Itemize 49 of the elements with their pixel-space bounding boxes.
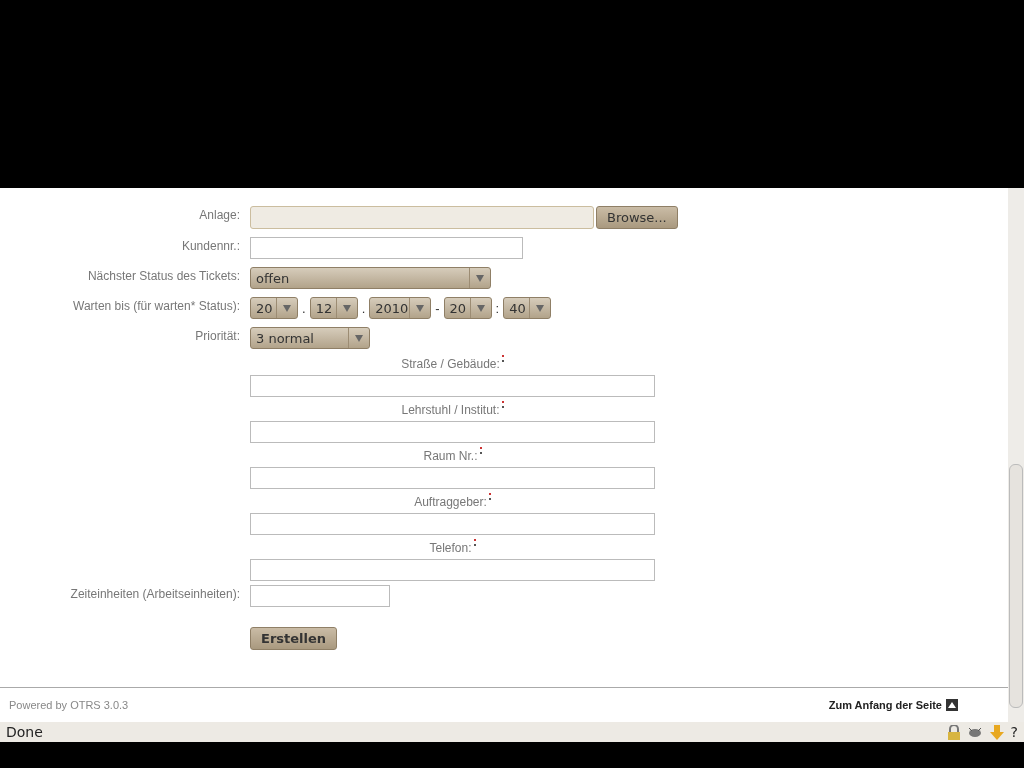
field-label: Telefon: — [429, 540, 472, 555]
separator-text: : — [494, 300, 501, 316]
help-text: ? — [1010, 724, 1018, 740]
dropdown-arrow-icon — [476, 304, 485, 312]
dropdown-arrow-icon — [355, 334, 363, 342]
download-arrow-icon — [988, 724, 1005, 740]
date-dropdown[interactable]: 20 — [443, 297, 492, 319]
field-label: Raum Nr.: — [423, 448, 478, 463]
field-label: Anlage: — [198, 207, 240, 222]
field-label: Auftraggeber: — [414, 494, 487, 509]
input-field[interactable] — [250, 513, 655, 535]
input-field[interactable] — [250, 237, 523, 259]
browse-button[interactable]: Browse... — [596, 206, 678, 229]
input-field[interactable] — [250, 585, 390, 607]
scrollbar-thumb[interactable] — [1009, 464, 1023, 708]
field-label: Lehrstuhl / Institut: — [401, 402, 500, 417]
dropdown-arrow-icon — [283, 304, 291, 312]
status-text: Done — [6, 724, 43, 740]
file-field[interactable] — [250, 206, 594, 229]
date-dropdown[interactable]: 2010 — [369, 297, 432, 319]
priority-dropdown[interactable]: 3 normal — [250, 327, 370, 349]
scrollbar[interactable] — [1008, 188, 1024, 722]
date-dropdown[interactable]: 20 — [250, 297, 298, 319]
dropdown-arrow-icon — [416, 304, 425, 312]
field-label: Nächster Status des Tickets: — [86, 268, 240, 283]
input-field[interactable] — [250, 375, 655, 397]
date-dropdown[interactable]: 12 — [309, 297, 358, 319]
state-dropdown[interactable]: offen — [250, 267, 491, 289]
field-label: Warten bis (für warten* Status): — [72, 298, 240, 313]
up-arrow-icon — [946, 699, 958, 711]
dropdown-arrow-icon — [476, 274, 484, 282]
top-link[interactable]: Zum Anfang der Seite — [828, 699, 958, 711]
dropdown-arrow-icon — [536, 304, 545, 312]
separator-text: . — [301, 300, 307, 316]
field-label: Zeiteinheiten (Arbeitseinheiten): — [69, 586, 240, 601]
dropdown-arrow-icon — [342, 304, 351, 312]
field-label: Kundennr.: — [180, 238, 240, 253]
lock-icon — [946, 724, 961, 740]
date-dropdown[interactable]: 40 — [503, 297, 552, 319]
input-field[interactable] — [250, 421, 655, 443]
field-label: Straße / Gebäude: — [401, 356, 500, 371]
submit-button[interactable]: Erstellen — [250, 627, 338, 650]
field-label: Priorität: — [194, 328, 240, 343]
input-field[interactable] — [250, 467, 655, 489]
input-field[interactable] — [250, 559, 655, 581]
footer-text: Powered by OTRS 3.0.3 — [9, 699, 129, 711]
bug-icon — [966, 726, 983, 738]
separator-text: . — [360, 300, 367, 316]
separator-text: - — [434, 300, 441, 316]
